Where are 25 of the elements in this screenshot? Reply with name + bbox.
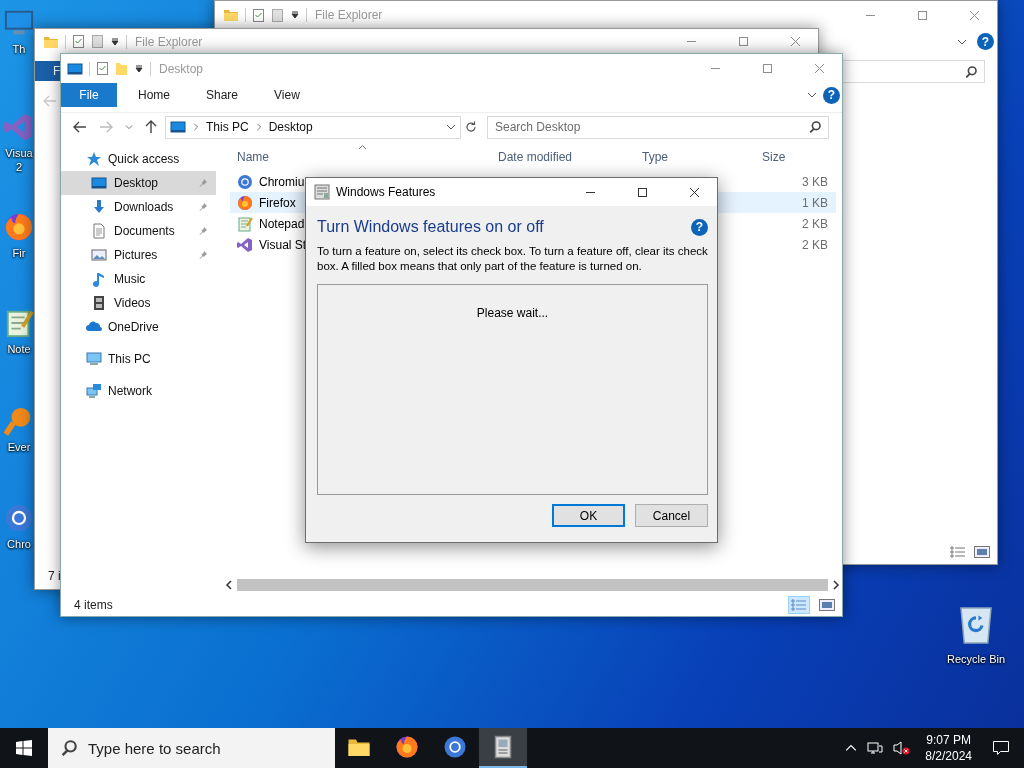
clock-time: 9:07 PM: [926, 732, 971, 748]
icon-label: Ever: [6, 440, 32, 454]
icon-label: Fir: [11, 246, 27, 260]
loading-message: Please wait...: [476, 306, 549, 320]
file-size: 2 KB: [801, 216, 829, 231]
clock-date: 8/2/2024: [925, 748, 972, 764]
icon-label: Chro: [6, 537, 32, 551]
window-title: Windows Features: [336, 185, 436, 199]
icon-label: Visua 2: [4, 146, 34, 174]
file-name: Firefox: [259, 195, 296, 210]
file-name: Notepad: [259, 216, 305, 231]
status-text: 7 i: [48, 569, 61, 583]
icon-label: Th: [11, 42, 27, 56]
icon-label: Note: [6, 342, 32, 356]
window-title: Desktop: [159, 61, 204, 76]
window-title: File Explorer: [315, 8, 383, 22]
file-size: 2 KB: [801, 237, 829, 252]
file-size: 1 KB: [801, 195, 829, 210]
window-title: File Explorer: [135, 34, 203, 49]
dialog-description: To turn a feature on, select its check box. To turn a feature off, clear its check box. A filled box means that only part of the feature is turned on.: [317, 244, 708, 274]
icon-label: Recycle Bin: [946, 652, 1006, 666]
file-name: Chromiu: [259, 174, 305, 189]
dialog-heading: Turn Windows features on or off: [317, 218, 544, 236]
file-size: 3 KB: [801, 174, 829, 189]
status-text: 4 items: [74, 598, 113, 612]
